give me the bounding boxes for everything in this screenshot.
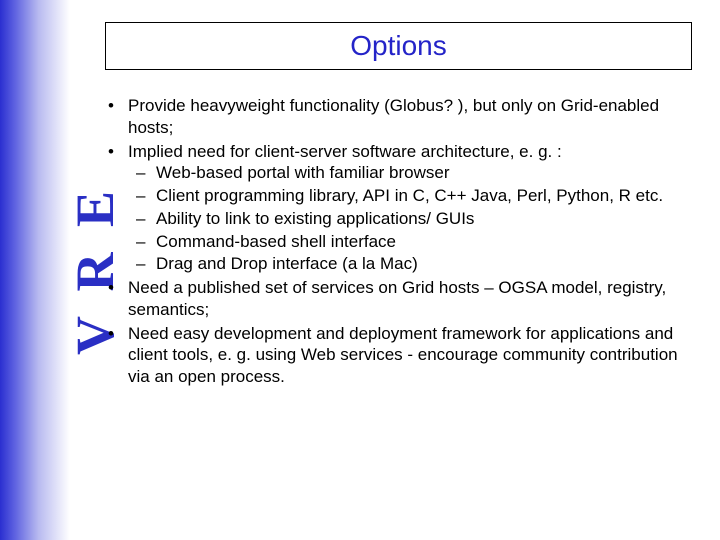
sub-bullet-item: Command-based shell interface <box>128 231 695 253</box>
title-box: Options <box>105 22 692 70</box>
sub-bullet-item: Drag and Drop interface (a la Mac) <box>128 253 695 275</box>
slide: V R E Options Provide heavyweight functi… <box>0 0 720 540</box>
bullet-item: Need easy development and deployment fra… <box>100 323 695 388</box>
sub-bullet-item: Client programming library, API in C, C+… <box>128 185 695 207</box>
sub-bullet-item: Web-based portal with familiar browser <box>128 162 695 184</box>
slide-title: Options <box>350 30 447 62</box>
bullet-text: Implied need for client-server software … <box>128 142 562 161</box>
bullet-list: Provide heavyweight functionality (Globu… <box>100 95 695 388</box>
bullet-item: Implied need for client-server software … <box>100 141 695 276</box>
left-gradient-bar <box>0 0 70 540</box>
sub-bullet-list: Web-based portal with familiar browser C… <box>128 162 695 275</box>
bullet-item: Provide heavyweight functionality (Globu… <box>100 95 695 139</box>
bullet-item: Need a published set of services on Grid… <box>100 277 695 321</box>
slide-content: Provide heavyweight functionality (Globu… <box>100 95 695 390</box>
sub-bullet-item: Ability to link to existing applications… <box>128 208 695 230</box>
